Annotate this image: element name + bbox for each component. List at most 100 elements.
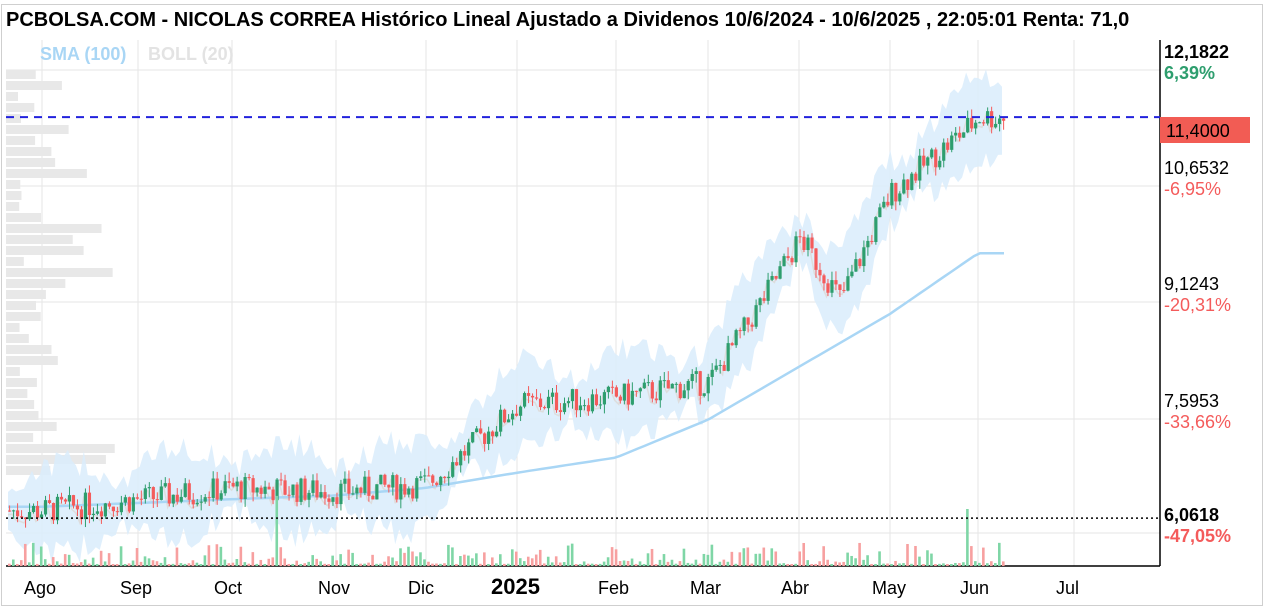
volume-bar <box>914 545 917 566</box>
x-tick-label: Feb <box>598 578 629 598</box>
volume-bar <box>67 554 71 566</box>
volume-bar <box>894 560 897 566</box>
candle-body <box>399 484 403 500</box>
candle-body <box>283 480 287 495</box>
candle-body <box>950 135 954 150</box>
volume-bar <box>990 561 993 566</box>
y-level-value: 10,6532 <box>1164 158 1229 178</box>
candle-body <box>459 451 463 466</box>
candle-body <box>978 122 982 124</box>
legend-sma: SMA (100) <box>40 44 126 64</box>
candle-body <box>319 492 323 498</box>
candle-body <box>874 217 878 243</box>
candle-body <box>906 179 910 190</box>
volume-bar <box>610 547 614 566</box>
volume-bar <box>43 559 47 566</box>
volume-bar <box>798 551 802 566</box>
y-level-percent: -33,66% <box>1164 412 1231 432</box>
volume-bar <box>371 554 374 566</box>
candle-body <box>155 499 159 501</box>
volume-bar <box>79 562 83 566</box>
candle-body <box>962 132 966 138</box>
volume-bar <box>247 563 251 566</box>
candle-body <box>263 486 267 494</box>
candle-body <box>431 475 435 483</box>
candle-body <box>503 409 507 423</box>
volume-profile-bar <box>6 268 113 277</box>
volume-bar <box>530 558 534 566</box>
volume-bar <box>954 562 957 566</box>
volume-profile-bar <box>6 389 28 398</box>
candle-body <box>578 405 583 411</box>
candle-body <box>618 396 622 401</box>
candle-body <box>75 505 80 510</box>
volume-bar <box>447 544 450 566</box>
volume-bar <box>666 561 670 566</box>
candle-body <box>243 477 247 500</box>
candle-body <box>31 505 36 513</box>
volume-bar <box>351 552 354 566</box>
x-tick-label: Dic <box>408 578 434 598</box>
candle-body <box>435 482 439 485</box>
volume-bar <box>271 557 275 566</box>
volume-bar <box>407 546 410 566</box>
candle-body <box>59 496 64 500</box>
volume-bar <box>111 563 115 566</box>
volume-bar <box>950 563 953 566</box>
candle-body <box>678 383 682 399</box>
candle-body <box>614 387 618 397</box>
volume-bar <box>714 563 718 566</box>
candle-body <box>35 505 40 518</box>
volume-bar <box>215 544 219 566</box>
candle-body <box>419 476 423 479</box>
volume-bar <box>582 561 586 566</box>
candle-body <box>702 393 706 396</box>
volume-bar <box>838 562 841 566</box>
volume-bar <box>594 563 598 566</box>
volume-bar <box>634 563 638 566</box>
volume-bar <box>738 552 742 566</box>
volume-bar <box>818 561 821 566</box>
candle-body <box>778 266 782 279</box>
volume-bar <box>770 548 774 566</box>
volume-bar <box>986 563 989 566</box>
volume-bar <box>766 560 770 566</box>
candle-body <box>179 496 183 502</box>
candle-body <box>878 207 882 218</box>
candle-body <box>770 276 774 280</box>
candle-body <box>147 487 151 489</box>
volume-bar <box>930 553 933 566</box>
volume-bar <box>570 543 574 566</box>
candle-body <box>271 489 275 501</box>
candle-body <box>810 237 814 249</box>
volume-bar <box>87 563 91 566</box>
volume-bar <box>866 555 869 566</box>
volume-bar <box>974 561 977 566</box>
volume-profile-bar <box>6 147 52 156</box>
volume-bar <box>367 562 370 566</box>
volume-bar <box>878 551 881 566</box>
candle-body <box>295 484 299 502</box>
candle-body <box>794 236 798 263</box>
volume-bar <box>463 554 466 566</box>
candle-body <box>463 451 467 456</box>
volume-bar <box>35 563 39 566</box>
volume-bar <box>479 563 482 566</box>
candle-body <box>750 324 754 327</box>
volume-bar <box>127 563 131 566</box>
candle-body <box>171 494 175 504</box>
candle-body <box>518 406 523 416</box>
candle-body <box>866 240 870 248</box>
volume-bar <box>758 553 762 566</box>
candle-body <box>403 484 407 495</box>
volume-bar <box>742 548 746 566</box>
volume-bar <box>487 563 490 566</box>
volume-bar <box>147 558 151 566</box>
candle-body <box>894 182 898 202</box>
candle-body <box>227 481 231 483</box>
volume-bar <box>830 563 833 566</box>
candle-body <box>914 173 918 181</box>
volume-bar <box>862 559 865 566</box>
candle-body <box>890 182 894 206</box>
candle-body <box>111 506 115 512</box>
